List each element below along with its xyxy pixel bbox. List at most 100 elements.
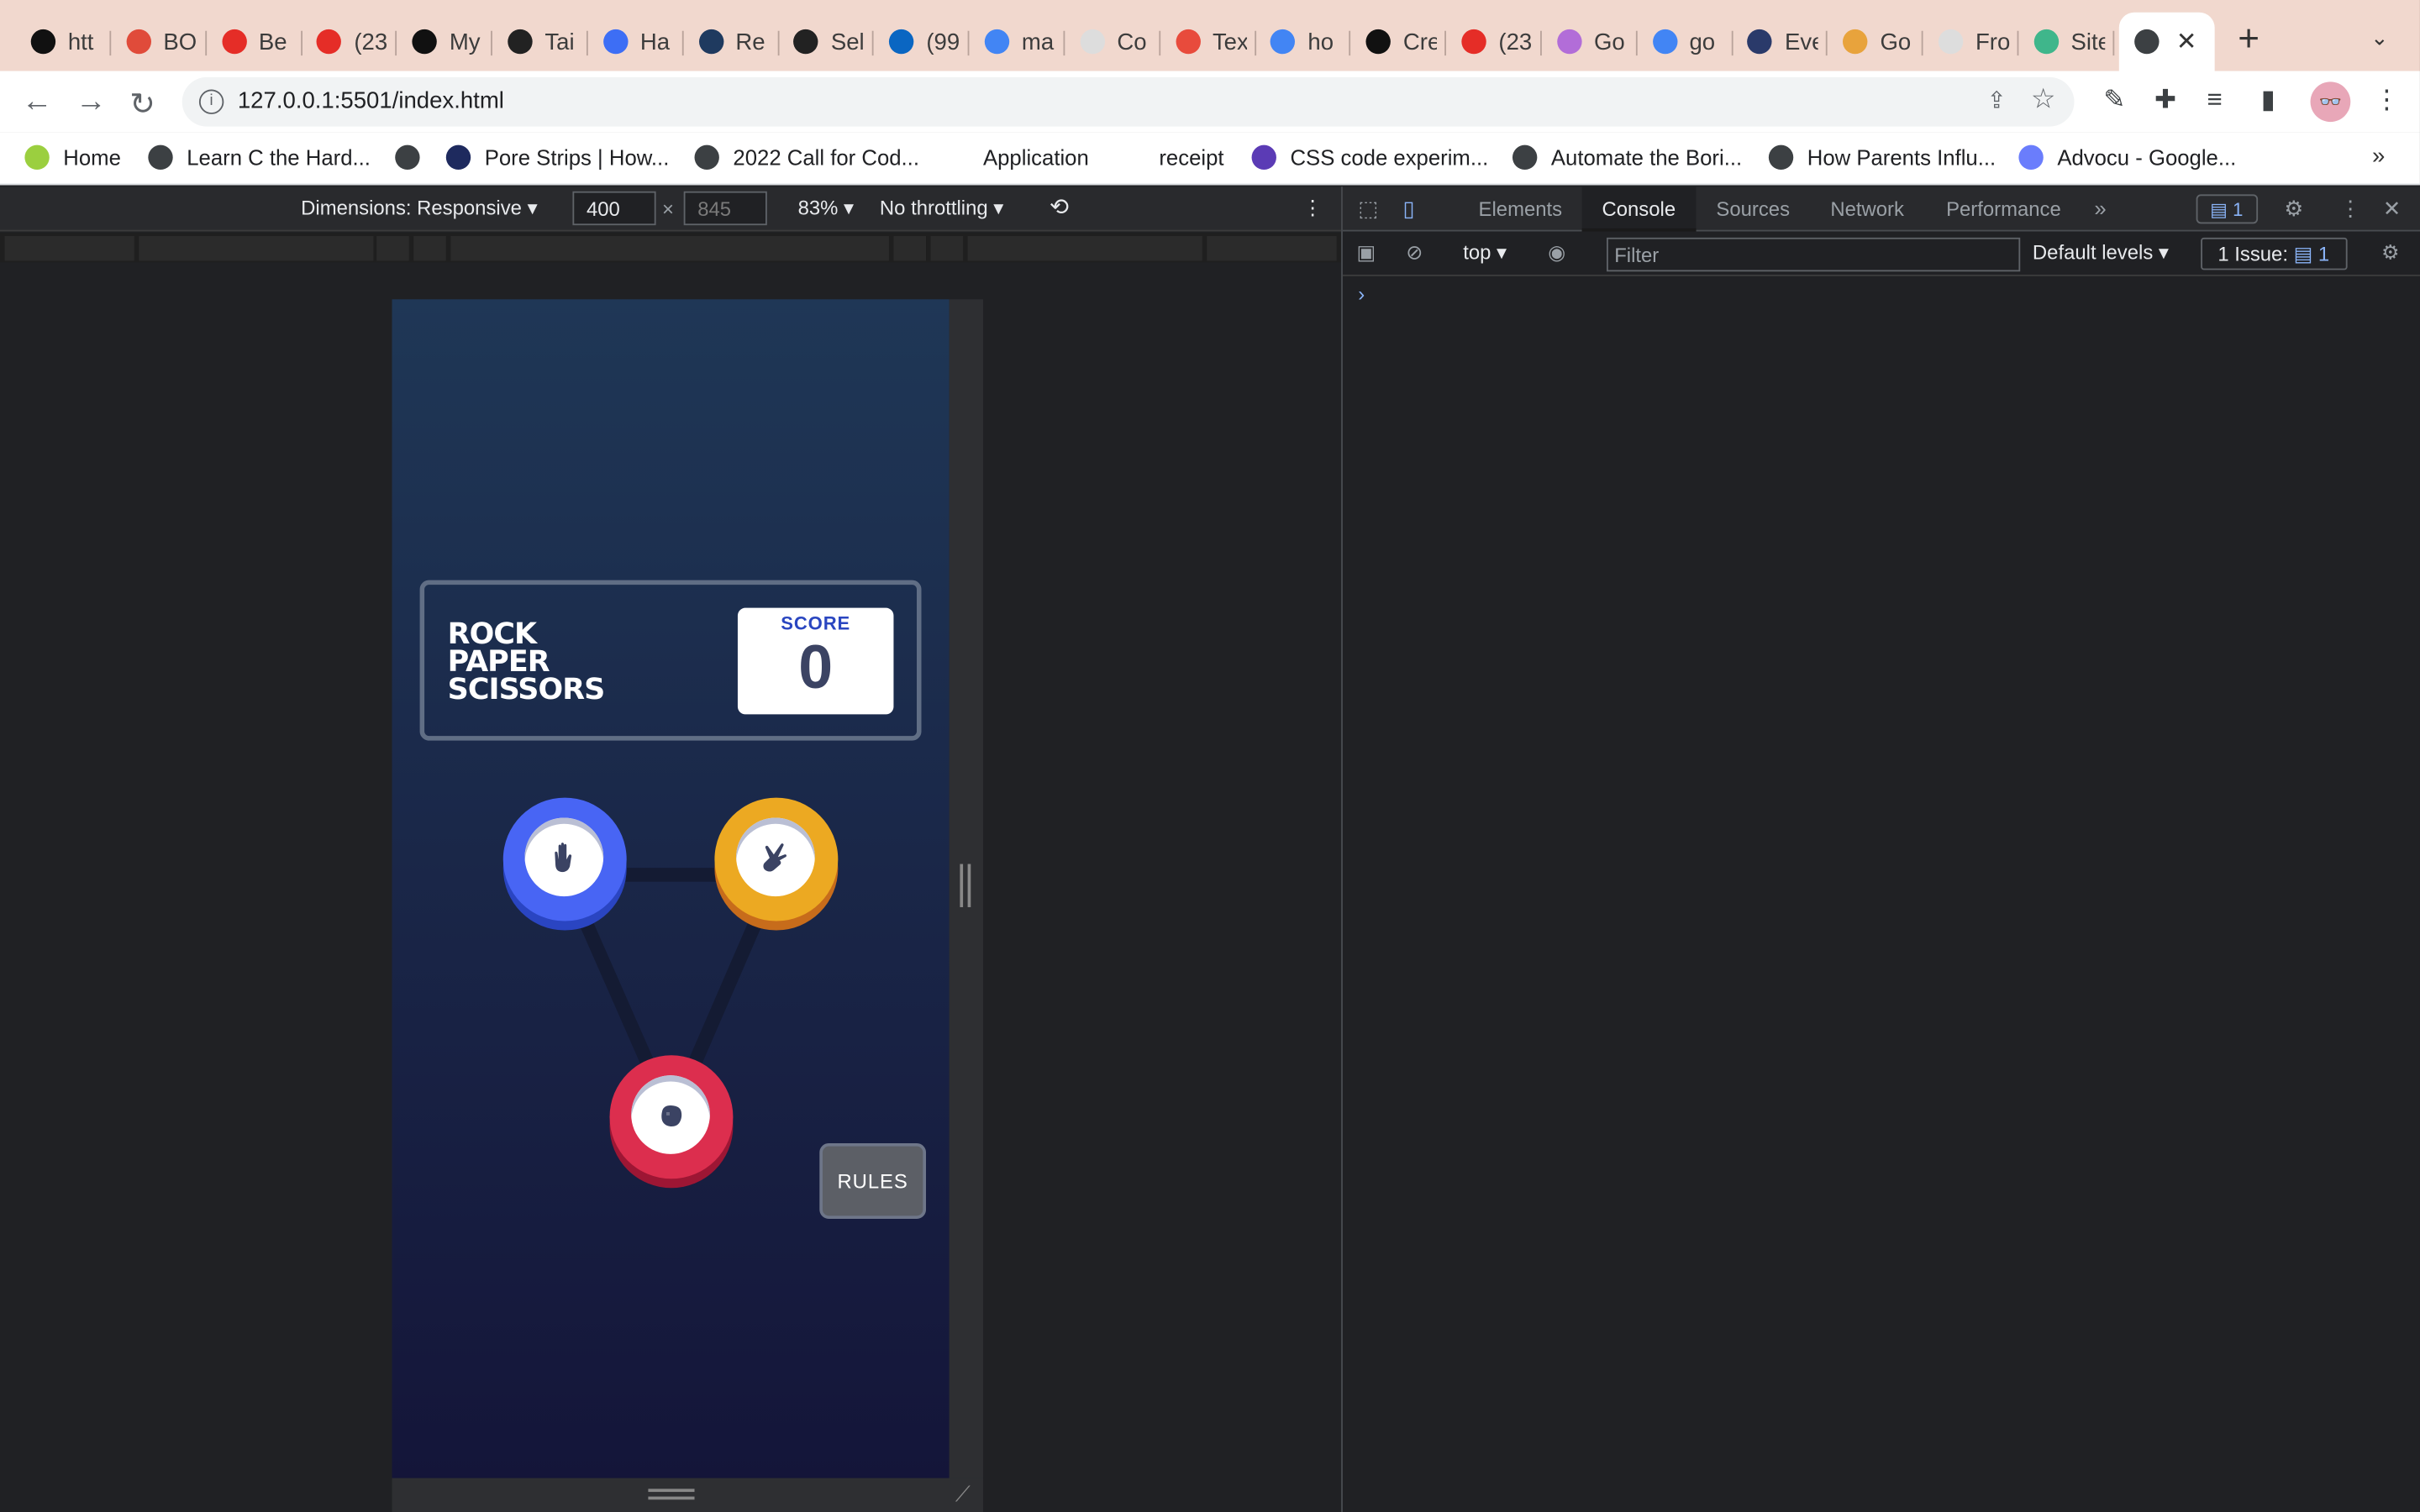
tab-sources[interactable]: Sources <box>1697 186 1810 231</box>
issues-button[interactable]: 1 Issue: ▤ 1 <box>2201 237 2348 270</box>
devtools-close-icon[interactable]: ✕ <box>2383 196 2402 222</box>
inspect-element-icon[interactable]: ⬚ <box>1358 196 1378 222</box>
bookmark-item[interactable]: Advocu - Google... <box>2018 144 2236 171</box>
forward-icon[interactable]: → <box>76 85 107 120</box>
messages-badge[interactable]: ▤ 1 <box>2196 194 2259 224</box>
bookmark-item[interactable]: 2022 Call for Cod... <box>694 144 919 171</box>
console-sidebar-icon[interactable]: ▣ <box>1356 241 1376 265</box>
browser-tab[interactable]: Fro <box>1923 13 2019 71</box>
bookmark-item[interactable]: Pore Strips | How... <box>445 144 670 171</box>
tab-title: Go <box>1880 28 1912 55</box>
browser-tab[interactable]: Re <box>683 13 779 71</box>
browser-tab[interactable]: Go <box>1541 13 1638 71</box>
tab-performance[interactable]: Performance <box>1926 186 2081 231</box>
scissors-choice-button[interactable] <box>714 797 839 921</box>
bookmark-item[interactable]: receipt <box>1159 145 1223 170</box>
browser-tab[interactable]: Tex <box>1160 13 1256 71</box>
height-input[interactable]: 845 <box>683 191 767 226</box>
tab-favicon-icon <box>1365 29 1392 55</box>
bookmark-item[interactable] <box>395 144 434 171</box>
log-levels-dropdown[interactable]: Default levels ▾ <box>2033 241 2169 265</box>
eyedropper-extension-icon[interactable]: ✎ <box>2103 85 2125 116</box>
triangle-background <box>554 868 787 1135</box>
extensions-puzzle-icon[interactable]: ✚ <box>2154 85 2176 116</box>
bookmark-item[interactable]: Application <box>983 145 1089 170</box>
tab-network[interactable]: Network <box>1810 186 1923 231</box>
browser-tab[interactable]: (99 <box>874 13 970 71</box>
browser-tab[interactable]: go <box>1637 13 1733 71</box>
bookmark-label: Pore Strips | How... <box>484 144 670 171</box>
side-panel-icon[interactable]: ▮ <box>2261 85 2275 116</box>
browser-tab[interactable]: BO <box>111 13 207 71</box>
browser-tab[interactable]: Co <box>1065 13 1160 71</box>
share-icon[interactable]: ⇪ <box>1987 87 2007 114</box>
tab-favicon-icon <box>508 29 533 55</box>
resize-handle-right[interactable] <box>960 864 971 907</box>
browser-tab[interactable]: ho <box>1255 13 1351 71</box>
profile-avatar[interactable]: 👓 <box>2310 81 2351 123</box>
url-text[interactable]: 127.0.0.1:5501/index.html <box>238 88 504 114</box>
browser-tab[interactable]: (23 <box>1446 13 1542 71</box>
resize-corner-icon[interactable]: ⟋ <box>955 1481 971 1507</box>
browser-tab[interactable]: Site <box>2018 13 2114 71</box>
bookmark-favicon-icon <box>1512 144 1538 171</box>
bookmark-item[interactable]: CSS code experim... <box>1251 144 1488 171</box>
browser-tab[interactable]: Eve <box>1732 13 1828 71</box>
clear-console-icon[interactable]: ⊘ <box>1406 241 1423 265</box>
bookmark-item[interactable]: Learn C the Hard... <box>148 144 371 171</box>
new-tab-button[interactable]: + <box>2238 18 2260 61</box>
device-options-icon[interactable]: ⋮ <box>1302 196 1323 220</box>
bookmark-item[interactable]: Home <box>24 144 121 171</box>
dimensions-dropdown[interactable]: Dimensions: Responsive ▾ <box>301 196 537 220</box>
rules-button[interactable]: RULES <box>819 1142 927 1219</box>
media-control-icon[interactable]: ≡ <box>2207 85 2222 116</box>
rock-choice-button[interactable] <box>609 1055 734 1179</box>
tab-favicon-icon <box>30 29 56 55</box>
back-icon[interactable]: ← <box>22 85 53 120</box>
devtools-menu-icon[interactable]: ⋮ <box>2339 196 2361 222</box>
zoom-dropdown[interactable]: 83% ▾ <box>798 196 854 220</box>
reload-icon[interactable]: ↻ <box>129 85 155 123</box>
active-browser-tab[interactable] <box>2118 12 2215 71</box>
browser-tab[interactable]: Cre <box>1350 13 1447 71</box>
paper-hand-icon <box>554 842 571 872</box>
site-info-icon[interactable]: i <box>198 89 224 114</box>
bookmark-item[interactable]: Automate the Bori... <box>1512 144 1742 171</box>
browser-tab[interactable]: Tai <box>492 13 588 71</box>
paper-choice-button[interactable] <box>502 797 627 921</box>
resize-handle-bottom[interactable] <box>648 1488 695 1500</box>
tab-console[interactable]: Console <box>1581 186 1696 232</box>
device-toolbar-toggle-icon[interactable]: ▯ <box>1403 196 1415 222</box>
tab-title: Tex <box>1212 28 1247 55</box>
tab-title: Tai <box>544 28 575 55</box>
tab-title: Cre <box>1402 28 1438 55</box>
browser-tab[interactable]: Ha <box>587 13 684 71</box>
live-expression-eye-icon[interactable]: ◉ <box>1548 241 1565 265</box>
devtools-settings-icon[interactable]: ⚙ <box>2284 196 2303 222</box>
browser-tab[interactable]: Go <box>1828 13 1923 71</box>
throttling-dropdown[interactable]: No throttling ▾ <box>880 196 1003 220</box>
tab-title: (23 <box>1498 28 1533 55</box>
browser-tab[interactable]: ma <box>969 13 1065 71</box>
context-selector[interactable]: top ▾ <box>1463 241 1507 265</box>
address-bar[interactable]: i 127.0.0.1:5501/index.html ⇪ ☆ <box>182 76 2075 127</box>
browser-tab[interactable]: htt <box>15 13 112 71</box>
browser-menu-icon[interactable]: ⋮ <box>2374 85 2400 116</box>
tab-elements[interactable]: Elements <box>1459 186 1582 231</box>
bookmark-item[interactable]: How Parents Influ... <box>1768 144 1996 171</box>
tab-favicon-icon <box>1556 29 1582 55</box>
console-settings-icon[interactable]: ⚙ <box>2381 241 2399 265</box>
console-prompt[interactable]: › <box>1358 282 1365 306</box>
browser-tab[interactable]: Sel <box>778 13 875 71</box>
width-input[interactable]: 400 <box>572 191 656 226</box>
tab-search-chevron-icon[interactable]: ⌄ <box>2370 24 2389 50</box>
browser-tab[interactable]: Be <box>206 13 302 71</box>
browser-tab[interactable]: My <box>397 13 493 71</box>
more-bookmarks-icon[interactable]: » <box>2372 144 2385 170</box>
more-tabs-icon[interactable]: » <box>2094 196 2106 220</box>
close-tab-icon[interactable]: ✕ <box>2176 26 2197 57</box>
bookmark-star-icon[interactable]: ☆ <box>2031 83 2056 116</box>
console-filter-input[interactable]: Filter <box>1607 237 2021 272</box>
rotate-icon[interactable]: ⟲ <box>1050 193 1069 220</box>
browser-tab[interactable]: (23 <box>302 13 397 71</box>
